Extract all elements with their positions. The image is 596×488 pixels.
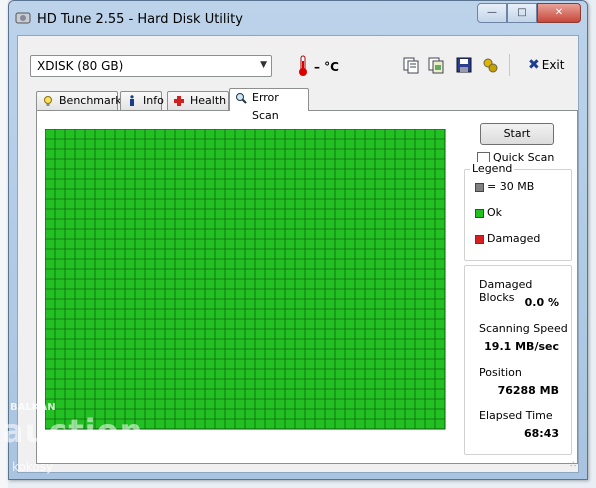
legend-title: Legend xyxy=(470,162,515,175)
save-icon[interactable] xyxy=(455,56,473,74)
tab-info[interactable]: Info xyxy=(120,91,164,110)
lightbulb-icon xyxy=(44,96,52,106)
app-disk-icon xyxy=(15,12,31,24)
drive-select-value: XDISK (80 GB) xyxy=(37,59,124,73)
drive-select[interactable]: XDISK (80 GB) ▼ xyxy=(30,55,272,77)
watermark-sub-text: kokosy xyxy=(12,460,54,474)
position-label: Position xyxy=(479,366,522,379)
resize-grip[interactable]: ∴ xyxy=(570,460,576,470)
title-bar[interactable]: HD Tune 2.55 - Hard Disk Utility — □ ✕ xyxy=(9,1,587,35)
hdtune-window: HD Tune 2.55 - Hard Disk Utility — □ ✕ X… xyxy=(8,0,588,480)
elapsed-time-value: 68:43 xyxy=(523,427,559,440)
position-value: 76288 MB xyxy=(497,384,559,397)
legend-swatch-red xyxy=(475,234,484,244)
legend-swatch-grey xyxy=(475,182,484,192)
minimize-button[interactable]: — xyxy=(477,3,507,23)
legend-item-ok: Ok xyxy=(475,206,502,219)
tab-label: Benchmark xyxy=(59,94,122,107)
tab-label: Health xyxy=(190,94,227,107)
thermometer-icon xyxy=(299,55,307,76)
maximize-button[interactable]: □ xyxy=(507,3,537,23)
exit-label: Exit xyxy=(541,58,565,72)
legend-label: Ok xyxy=(487,206,503,219)
elapsed-time-label: Elapsed Time xyxy=(479,409,553,422)
info-icon xyxy=(130,95,134,106)
exit-button[interactable]: ✖ Exit xyxy=(528,57,564,73)
scan-block-grid xyxy=(45,129,446,430)
magnifier-icon xyxy=(236,93,247,104)
damaged-blocks-value: 0.0 % xyxy=(524,296,559,309)
temperature-readout: – °C xyxy=(314,60,339,74)
tab-benchmark[interactable]: Benchmark xyxy=(36,91,122,110)
legend-item-damaged: Damaged xyxy=(475,232,540,245)
copy-screenshot-icon[interactable] xyxy=(427,56,445,74)
scan-stats-group: Damaged Blocks 0.0 % Scanning Speed 19.1… xyxy=(464,265,572,455)
exit-icon: ✖ xyxy=(528,57,540,73)
legend-item-block-size: = 30 MB xyxy=(475,180,534,193)
tab-health[interactable]: Health xyxy=(167,91,229,110)
tab-label: Info xyxy=(143,94,164,107)
scan-block-map xyxy=(45,129,446,430)
scanning-speed-label: Scanning Speed xyxy=(479,322,568,335)
health-cross-icon xyxy=(174,96,184,106)
start-button[interactable]: Start xyxy=(480,123,554,145)
legend-swatch-green xyxy=(475,208,484,218)
tab-error-scan[interactable]: Error Scan xyxy=(229,88,309,122)
watermark-logo: auction xyxy=(2,412,144,450)
options-icon[interactable] xyxy=(481,56,499,74)
tab-label: Error Scan xyxy=(252,91,279,122)
error-scan-panel: Start Quick Scan Legend = 30 MB Ok Damag… xyxy=(36,110,578,464)
copy-info-icon[interactable] xyxy=(402,56,420,74)
legend-group: Legend = 30 MB Ok Damaged xyxy=(464,162,572,261)
close-button[interactable]: ✕ xyxy=(537,3,581,23)
chevron-down-icon: ▼ xyxy=(260,60,267,70)
client-area: XDISK (80 GB) ▼ – °C ✖ Exit Benchmark In… xyxy=(17,35,579,473)
window-title: HD Tune 2.55 - Hard Disk Utility xyxy=(37,12,243,27)
legend-label: = 30 MB xyxy=(487,180,535,193)
legend-label: Damaged xyxy=(487,232,541,245)
toolbar-separator xyxy=(509,54,510,76)
scanning-speed-value: 19.1 MB/sec xyxy=(484,340,559,353)
